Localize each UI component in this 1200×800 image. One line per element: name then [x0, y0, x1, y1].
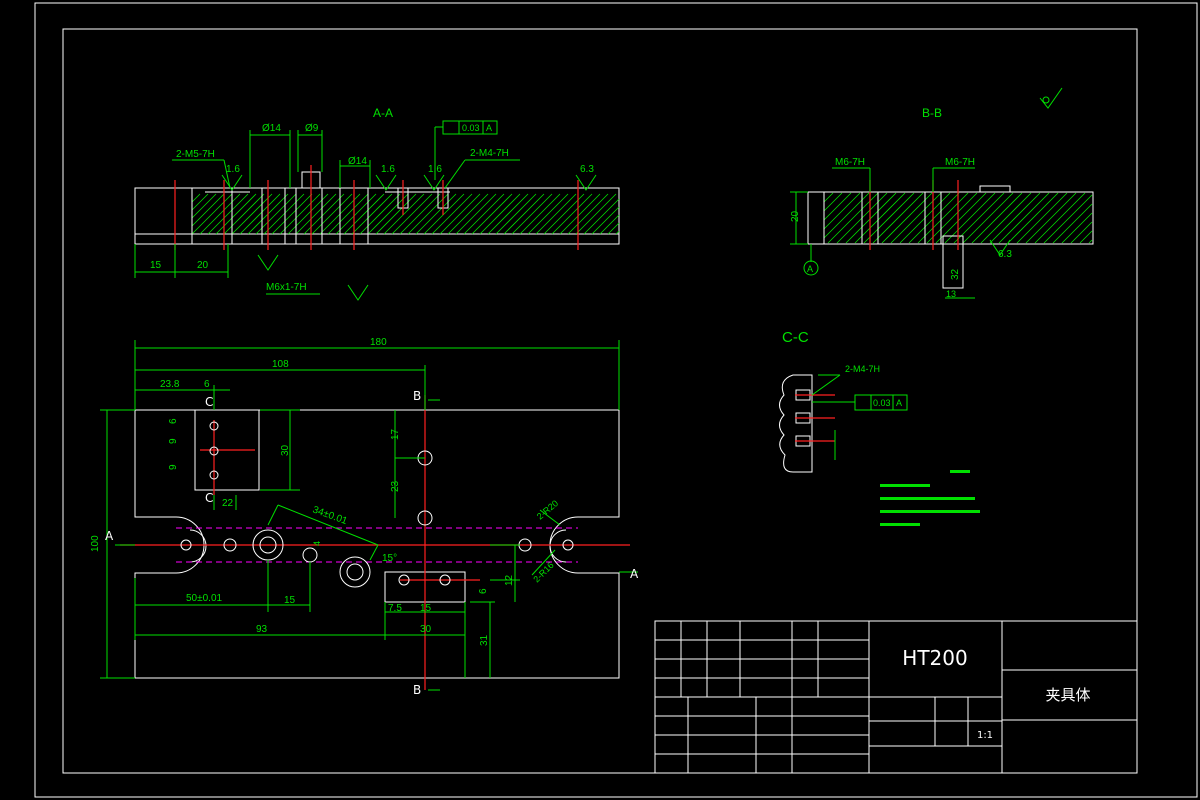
section-cc-label: C-C	[782, 329, 809, 346]
aa-dia-9: Ø9	[305, 123, 319, 134]
dim-r20: 2-R20	[535, 498, 560, 521]
bb-thread-left: M6-7H	[835, 157, 865, 168]
material-label: HT200	[902, 646, 967, 670]
marker-c-top: C	[205, 395, 213, 409]
scale-value: 1:1	[977, 730, 993, 741]
section-aa: A-A 2-M5-7H 2-M4-7H Ø14 Ø9 Ø14 M6x1-7H 1…	[134, 106, 620, 301]
cad-drawing: A-A 2-M5-7H 2-M4-7H Ø14 Ø9 Ø14 M6x1-7H 1…	[34, 2, 1198, 798]
dim-31: 31	[479, 634, 490, 646]
bb-dim-32: 32	[950, 268, 961, 280]
aa-hatching	[191, 193, 620, 235]
dim-108: 108	[272, 359, 289, 370]
marker-a-right: A	[630, 567, 639, 581]
dim-30: 30	[280, 444, 291, 456]
aa-tol-datum: A	[486, 123, 492, 133]
aa-dim-20: 20	[197, 260, 209, 271]
bb-dim-20: 20	[790, 210, 801, 222]
cc-thread: 2-M4-7H	[845, 364, 880, 374]
title-block: HT200 夹具体 1:1	[654, 620, 1138, 774]
bb-dim-13: 13	[946, 289, 956, 299]
dim-12: 12	[504, 574, 515, 586]
marker-b-bottom: B	[413, 683, 421, 697]
plan-view: 180 108 23.8 6 6 9 9 30 22 17 23 100 34±…	[90, 337, 639, 697]
marker-a-left: A	[105, 529, 114, 543]
dim-93: 93	[256, 624, 268, 635]
dim-22: 22	[222, 498, 234, 509]
aa-rough-1: 1.6	[226, 164, 240, 175]
dim-50: 50±0.01	[186, 593, 223, 604]
dim-6b: 6	[168, 418, 179, 424]
section-aa-label: A-A	[373, 106, 393, 120]
section-bb: B-B M6-7H M6-7H 20 32 13 6.3 A	[790, 87, 1094, 299]
bb-thread-right: M6-7H	[945, 157, 975, 168]
aa-dia-14b: Ø14	[348, 156, 367, 167]
part-name: 夹具体	[1045, 686, 1090, 704]
dim-180: 180	[370, 337, 387, 348]
aa-rough-3: 1.6	[428, 164, 442, 175]
aa-thread-m6: M6x1-7H	[266, 282, 307, 293]
aa-rough-2: 1.6	[381, 164, 395, 175]
aa-thread-m4: 2-M4-7H	[470, 148, 509, 159]
cc-tol-datum: A	[896, 398, 902, 408]
aa-dim-15: 15	[150, 260, 162, 271]
dim-15: 15	[284, 595, 296, 606]
dim-34: 34±0.01	[311, 504, 349, 527]
inner-border	[62, 28, 1138, 774]
bb-datum-a: A	[807, 264, 813, 274]
dim-30b: 30	[420, 624, 432, 635]
dim-4: 4	[312, 541, 322, 546]
dim-9a: 9	[168, 438, 179, 444]
aa-tol-value: 0.03	[462, 123, 480, 133]
dim-100: 100	[90, 535, 101, 552]
dim-15deg: 15°	[382, 553, 397, 564]
dim-6: 6	[204, 379, 210, 390]
marker-c-bottom: C	[205, 491, 213, 505]
aa-rough-4: 6.3	[580, 164, 594, 175]
aa-thread-m5: 2-M5-7H	[176, 149, 215, 160]
section-cc: C-C 2-M4-7H 0.03 A	[779, 329, 980, 526]
cc-tol-value: 0.03	[873, 398, 891, 408]
dim-15b: 15	[420, 603, 432, 614]
dim-23: 23	[390, 480, 401, 492]
aa-dia-14a: Ø14	[262, 123, 281, 134]
dim-9b: 9	[168, 464, 179, 470]
section-bb-label: B-B	[922, 106, 942, 120]
marker-b-top: B	[413, 389, 421, 403]
dim-7-5: 7.5	[388, 603, 402, 614]
bb-rough-63: 6.3	[998, 249, 1012, 260]
technical-notes	[880, 470, 980, 526]
dim-17: 17	[390, 428, 401, 440]
dim-6c: 6	[478, 588, 489, 594]
dim-23-8: 23.8	[160, 379, 180, 390]
